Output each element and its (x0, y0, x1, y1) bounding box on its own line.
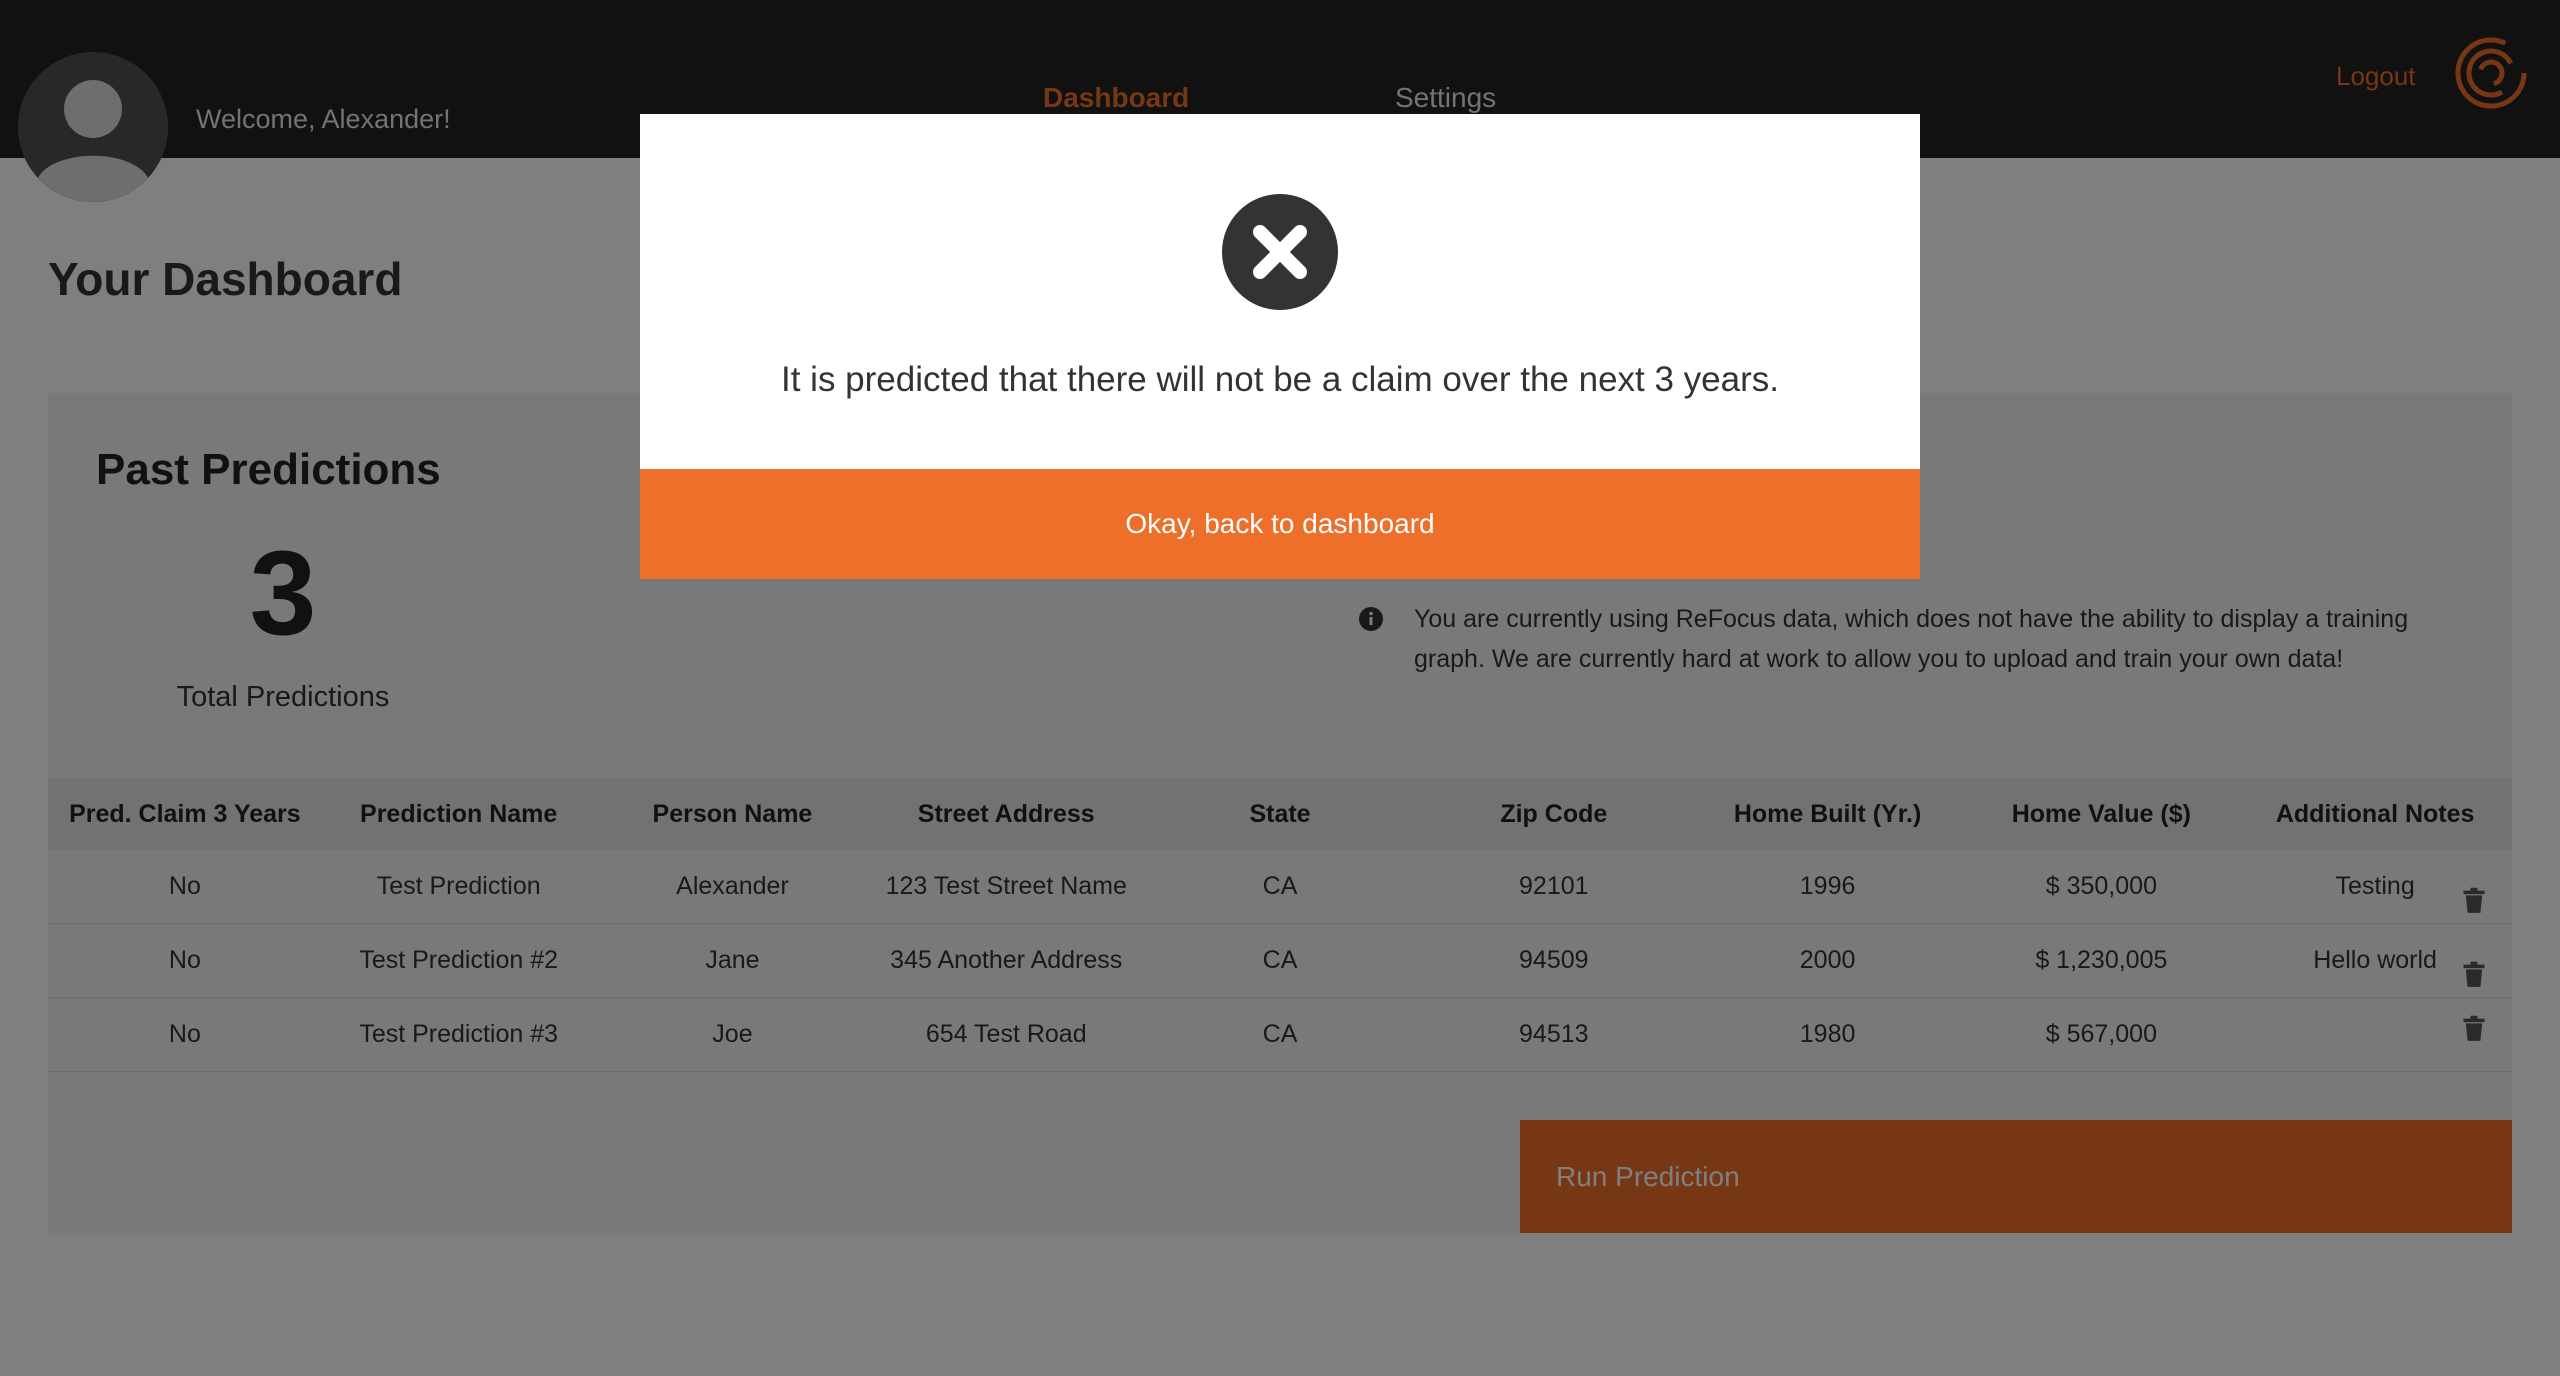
prediction-result-modal: It is predicted that there will not be a… (640, 114, 1920, 579)
prediction-result-message: It is predicted that there will not be a… (781, 360, 1779, 399)
back-to-dashboard-button[interactable]: Okay, back to dashboard (640, 469, 1920, 579)
close-circle-icon (1222, 194, 1338, 310)
